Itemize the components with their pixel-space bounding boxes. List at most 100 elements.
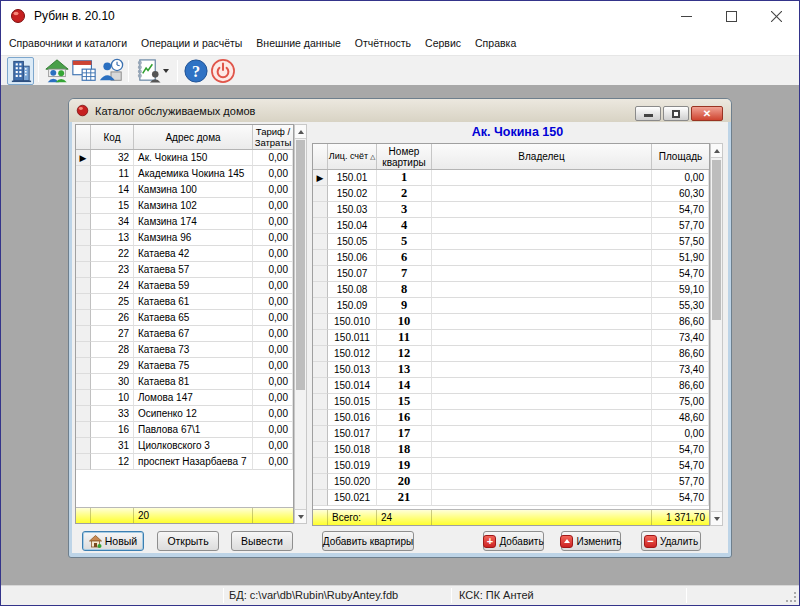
menu-external-data[interactable]: Внешние данные xyxy=(249,37,347,49)
apartment-row[interactable]: 150.017 17 0,00 xyxy=(313,426,709,442)
apartment-row[interactable]: 150.018 18 54,70 xyxy=(313,442,709,458)
menu-help[interactable]: Справка xyxy=(468,37,523,49)
apartment-row[interactable]: 150.05 5 57,50 xyxy=(313,234,709,250)
house-row[interactable]: 15 Камзина 102 0,00 xyxy=(76,198,293,214)
house-row[interactable]: 14 Камзина 100 0,00 xyxy=(76,182,293,198)
scrollbar-thumb[interactable] xyxy=(712,160,721,320)
total-label: Всего: xyxy=(328,510,377,525)
menu-references[interactable]: Справочники и каталоги xyxy=(2,37,134,49)
house-row[interactable]: 29 Катаева 75 0,00 xyxy=(76,358,293,374)
header-tariff[interactable]: Тариф / Затраты xyxy=(253,125,293,149)
house-row[interactable]: 34 Камзина 174 0,00 xyxy=(76,214,293,230)
app-window: Рубин в. 20.10 Справочники и каталоги Оп… xyxy=(0,0,800,606)
apartment-row[interactable]: 150.06 6 51,90 xyxy=(313,250,709,266)
header-account[interactable]: Лиц. счёт△ xyxy=(328,144,377,169)
sort-asc-icon: △ xyxy=(370,151,375,162)
scroll-down-icon[interactable] xyxy=(711,511,722,525)
browser-calendar-icon[interactable] xyxy=(70,57,97,85)
person-clock-icon[interactable] xyxy=(97,57,124,85)
journal-person-icon[interactable] xyxy=(133,57,163,85)
header-area[interactable]: Площадь xyxy=(652,144,709,169)
apartments-scrollbar[interactable] xyxy=(710,143,723,526)
apartment-row[interactable]: 150.021 21 54,70 xyxy=(313,490,709,506)
house-row[interactable]: 28 Катаева 73 0,00 xyxy=(76,342,293,358)
catalog-minimize-button[interactable] xyxy=(635,106,661,121)
power-icon[interactable] xyxy=(209,57,236,85)
apartment-row[interactable]: 150.015 15 75,00 xyxy=(313,394,709,410)
building-icon[interactable] xyxy=(7,57,34,85)
house-people-icon[interactable] xyxy=(43,57,70,85)
house-row[interactable]: 22 Катаева 42 0,00 xyxy=(76,246,293,262)
output-button[interactable]: Вывести xyxy=(231,531,293,551)
scroll-up-icon[interactable] xyxy=(295,125,306,139)
window-title: Рубин в. 20.10 xyxy=(34,9,115,23)
house-row[interactable]: 25 Катаева 61 0,00 xyxy=(76,294,293,310)
catalog-client-area: Код Адрес дома Тариф / Затраты ▶ 32 Ак. … xyxy=(72,122,728,553)
scroll-up-icon[interactable] xyxy=(711,144,722,158)
apartment-row[interactable]: 150.09 9 55,30 xyxy=(313,298,709,314)
house-row[interactable]: ▶ 32 Ак. Чокина 150 0,00 xyxy=(76,150,293,166)
houses-grid-footer: 20 xyxy=(76,507,293,523)
apartment-row[interactable]: ▶ 150.01 1 0,00 xyxy=(313,170,709,186)
catalog-titlebar[interactable]: Каталог обслуживаемых домов ✕ xyxy=(69,99,731,122)
close-button[interactable] xyxy=(754,1,799,31)
edit-arrow-icon xyxy=(560,535,573,548)
apartment-row[interactable]: 150.04 4 57,70 xyxy=(313,218,709,234)
apartment-row[interactable]: 150.013 13 73,40 xyxy=(313,362,709,378)
header-owner[interactable]: Владелец xyxy=(432,144,652,169)
house-row[interactable]: 16 Павлова 67\1 0,00 xyxy=(76,422,293,438)
house-row[interactable]: 33 Осипенко 12 0,00 xyxy=(76,406,293,422)
apartment-row[interactable]: 150.020 20 57,70 xyxy=(313,474,709,490)
header-address[interactable]: Адрес дома xyxy=(134,125,253,149)
apartment-row[interactable]: 150.012 12 86,60 xyxy=(313,346,709,362)
app-ruby-icon xyxy=(10,8,26,24)
delete-button[interactable]: −Удалить xyxy=(641,531,701,551)
header-code[interactable]: Код xyxy=(91,125,134,149)
help-icon[interactable]: ? xyxy=(182,57,209,85)
apartment-row[interactable]: 150.014 14 86,60 xyxy=(313,378,709,394)
catalog-window: Каталог обслуживаемых домов ✕ Код Адрес … xyxy=(68,98,732,558)
house-row[interactable]: 24 Катаева 59 0,00 xyxy=(76,278,293,294)
open-button[interactable]: Открыть xyxy=(157,531,219,551)
house-icon xyxy=(89,535,102,548)
minimize-button[interactable] xyxy=(664,1,709,31)
apartment-row[interactable]: 150.02 2 60,30 xyxy=(313,186,709,202)
svg-text:?: ? xyxy=(191,61,199,80)
apartment-row[interactable]: 150.07 7 54,70 xyxy=(313,266,709,282)
apartment-row[interactable]: 150.019 19 54,70 xyxy=(313,458,709,474)
maximize-button[interactable] xyxy=(709,1,754,31)
house-row[interactable]: 31 Циолковского 3 0,00 xyxy=(76,438,293,454)
catalog-maximize-button[interactable] xyxy=(663,106,689,121)
menu-reports[interactable]: Отчётность xyxy=(348,37,418,49)
titlebar: Рубин в. 20.10 xyxy=(1,1,799,31)
houses-scrollbar[interactable] xyxy=(294,124,307,524)
house-row[interactable]: 27 Катаева 67 0,00 xyxy=(76,326,293,342)
house-row[interactable]: 12 проспект Назарбаева 7 0,00 xyxy=(76,454,293,470)
house-row[interactable]: 13 Камзина 96 0,00 xyxy=(76,230,293,246)
house-row[interactable]: 23 Катаева 57 0,00 xyxy=(76,262,293,278)
selected-house-title: Ак. Чокина 150 xyxy=(312,125,723,141)
status-db-path: БД: c:\var\db\Rubin\RubyAntey.fdb xyxy=(229,589,398,601)
scrollbar-thumb[interactable] xyxy=(296,140,305,390)
apartment-row[interactable]: 150.03 3 54,70 xyxy=(313,202,709,218)
menu-operations[interactable]: Операции и расчёты xyxy=(134,37,249,49)
house-row[interactable]: 11 Академика Чокина 145 0,00 xyxy=(76,166,293,182)
add-button[interactable]: +Добавить xyxy=(483,531,544,551)
header-apt[interactable]: Номер квартиры xyxy=(377,144,432,169)
houses-grid-body: ▶ 32 Ак. Чокина 150 0,00 11 Академика Чо… xyxy=(76,150,293,470)
house-row[interactable]: 10 Ломова 147 0,00 xyxy=(76,390,293,406)
house-row[interactable]: 26 Катаева 65 0,00 xyxy=(76,310,293,326)
menu-service[interactable]: Сервис xyxy=(418,37,468,49)
apartment-row[interactable]: 150.010 10 86,60 xyxy=(313,314,709,330)
scroll-down-icon[interactable] xyxy=(295,509,306,523)
dropdown-arrow-icon[interactable] xyxy=(163,69,173,73)
apartment-row[interactable]: 150.011 11 73,40 xyxy=(313,330,709,346)
catalog-close-button[interactable]: ✕ xyxy=(691,106,723,121)
edit-button[interactable]: Изменить xyxy=(561,531,621,551)
add-apartments-button[interactable]: Добавить квартиры xyxy=(322,531,414,551)
apartment-row[interactable]: 150.016 16 48,60 xyxy=(313,410,709,426)
new-button[interactable]: Новый xyxy=(82,531,144,551)
resize-grip[interactable] xyxy=(785,591,797,603)
house-row[interactable]: 30 Катаева 81 0,00 xyxy=(76,374,293,390)
apartment-row[interactable]: 150.08 8 59,10 xyxy=(313,282,709,298)
